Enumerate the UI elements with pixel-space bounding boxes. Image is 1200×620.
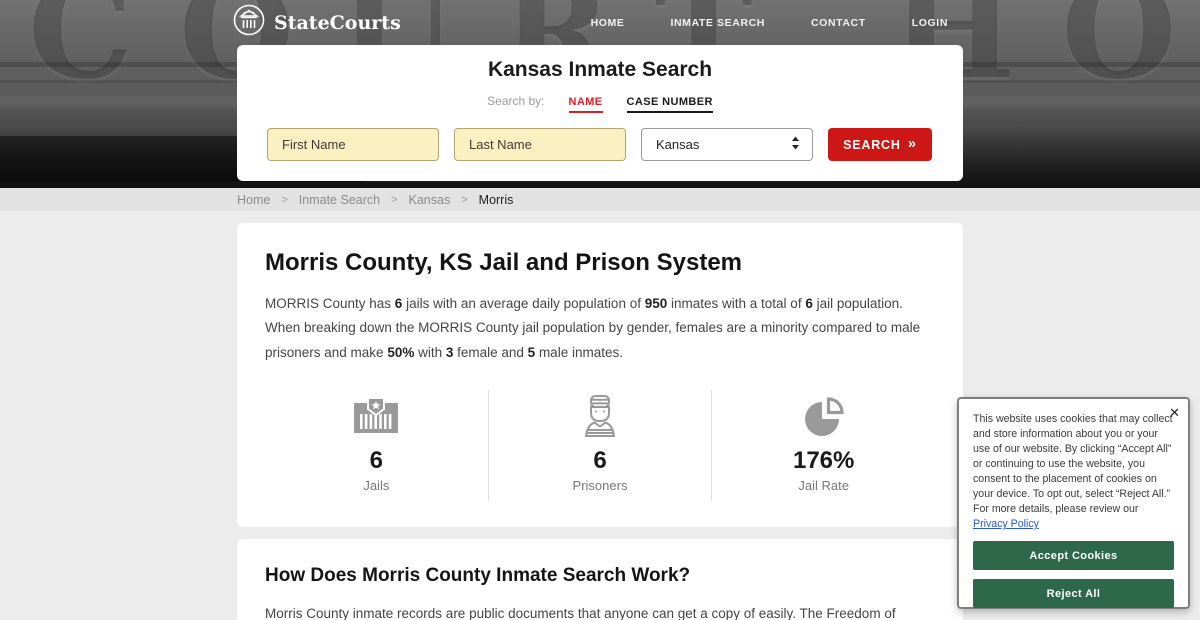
jail-summary-paragraph: MORRIS County has 6 jails with an averag… xyxy=(265,292,935,365)
breadcrumb-separator-icon: > xyxy=(391,193,398,206)
courthouse-logo-icon xyxy=(233,4,265,41)
state-select-value: Kansas xyxy=(656,137,700,152)
breadcrumb-separator-icon: > xyxy=(461,193,468,206)
paragraph-text: with xyxy=(414,344,446,360)
daily-population: 950 xyxy=(644,296,668,311)
inmate-search-card: Kansas Inmate Search Search by: NAME CAS… xyxy=(237,45,963,181)
paragraph-text: male inmates. xyxy=(535,344,623,360)
cookie-consent-dialog: ✕ This website uses cookies that may col… xyxy=(957,397,1190,620)
breadcrumb-home[interactable]: Home xyxy=(237,193,270,207)
search-by-label: Search by: xyxy=(487,94,545,108)
jail-rate-stat-label: Jail Rate xyxy=(798,477,849,493)
jail-rate-stat-value: 176% xyxy=(792,446,855,474)
stat-jails: 6 Jails xyxy=(265,390,488,501)
jails-stat-value: 6 xyxy=(369,446,384,474)
prisoners-stat-value: 6 xyxy=(593,446,607,474)
female-percentage: 50% xyxy=(387,344,415,360)
tab-case-number[interactable]: CASE NUMBER xyxy=(626,96,713,113)
privacy-policy-link[interactable]: Privacy Policy xyxy=(973,518,1039,530)
double-chevron-icon: » xyxy=(907,135,917,152)
nav-item-contact[interactable]: CONTACT xyxy=(811,17,866,29)
cookie-message-text: This website uses cookies that may colle… xyxy=(973,413,1173,516)
section-title: How Does Morris County Inmate Search Wor… xyxy=(265,564,691,586)
breadcrumb: Home > Inmate Search > Kansas > Morris xyxy=(0,188,1200,211)
top-navigation-bar: StateCourts HOME INMATE SEARCH CONTACT L… xyxy=(0,0,1200,45)
stat-prisoners: 6 Prisoners xyxy=(487,389,712,501)
breadcrumb-current-morris: Morris xyxy=(478,192,514,207)
nav-item-inmate-search[interactable]: INMATE SEARCH xyxy=(670,17,765,29)
pie-chart-icon xyxy=(712,394,935,438)
breadcrumb-inmate-search[interactable]: Inmate Search xyxy=(299,193,380,207)
how-it-works-paragraph: Morris County inmate records are public … xyxy=(265,605,896,620)
brand-name: StateCourts xyxy=(274,11,401,34)
page-title: Morris County, KS Jail and Prison System xyxy=(265,249,742,276)
paragraph-text: MORRIS County has xyxy=(265,296,395,311)
search-by-tabs: Search by: NAME CASE NUMBER xyxy=(237,94,963,113)
breadcrumb-separator-icon: > xyxy=(281,193,288,206)
jail-building-icon xyxy=(265,394,488,438)
brand-logo[interactable]: StateCourts xyxy=(233,4,401,41)
stat-jail-rate: 176% Jail Rate xyxy=(711,389,935,501)
search-form-row: Kansas SEARCH » xyxy=(237,128,963,161)
search-button[interactable]: SEARCH » xyxy=(828,128,932,161)
last-name-input[interactable] xyxy=(454,128,626,161)
breadcrumb-kansas[interactable]: Kansas xyxy=(409,193,451,207)
paragraph-text: inmates with a total of xyxy=(667,296,806,311)
accept-cookies-button[interactable]: Accept Cookies xyxy=(973,541,1174,571)
paragraph-text: jails with an average daily population o… xyxy=(402,296,645,311)
first-name-input[interactable] xyxy=(267,128,439,161)
nav-item-home[interactable]: HOME xyxy=(591,17,625,29)
cookie-message: This website uses cookies that may colle… xyxy=(973,412,1174,532)
prisoner-icon xyxy=(489,394,712,438)
reject-all-button[interactable]: Reject All xyxy=(973,579,1174,609)
close-icon[interactable]: ✕ xyxy=(1169,405,1180,421)
jail-system-card: Morris County, KS Jail and Prison System… xyxy=(237,223,963,527)
jail-population: 6 xyxy=(805,296,813,311)
jails-stat-label: Jails xyxy=(363,477,390,493)
tab-name[interactable]: NAME xyxy=(568,96,603,113)
main-nav: HOME INMATE SEARCH CONTACT LOGIN xyxy=(591,17,948,29)
select-stepper-icon xyxy=(789,135,802,154)
jail-stats-row: 6 Jails 6 Prisoners 176% Jail Rate xyxy=(265,389,935,501)
paragraph-text: female and xyxy=(453,344,528,360)
search-button-label: SEARCH xyxy=(843,137,901,152)
how-it-works-card: How Does Morris County Inmate Search Wor… xyxy=(237,538,963,620)
state-select[interactable]: Kansas xyxy=(641,128,813,161)
nav-item-login[interactable]: LOGIN xyxy=(912,17,948,29)
search-title: Kansas Inmate Search xyxy=(487,58,713,81)
prisoners-stat-label: Prisoners xyxy=(572,477,628,493)
